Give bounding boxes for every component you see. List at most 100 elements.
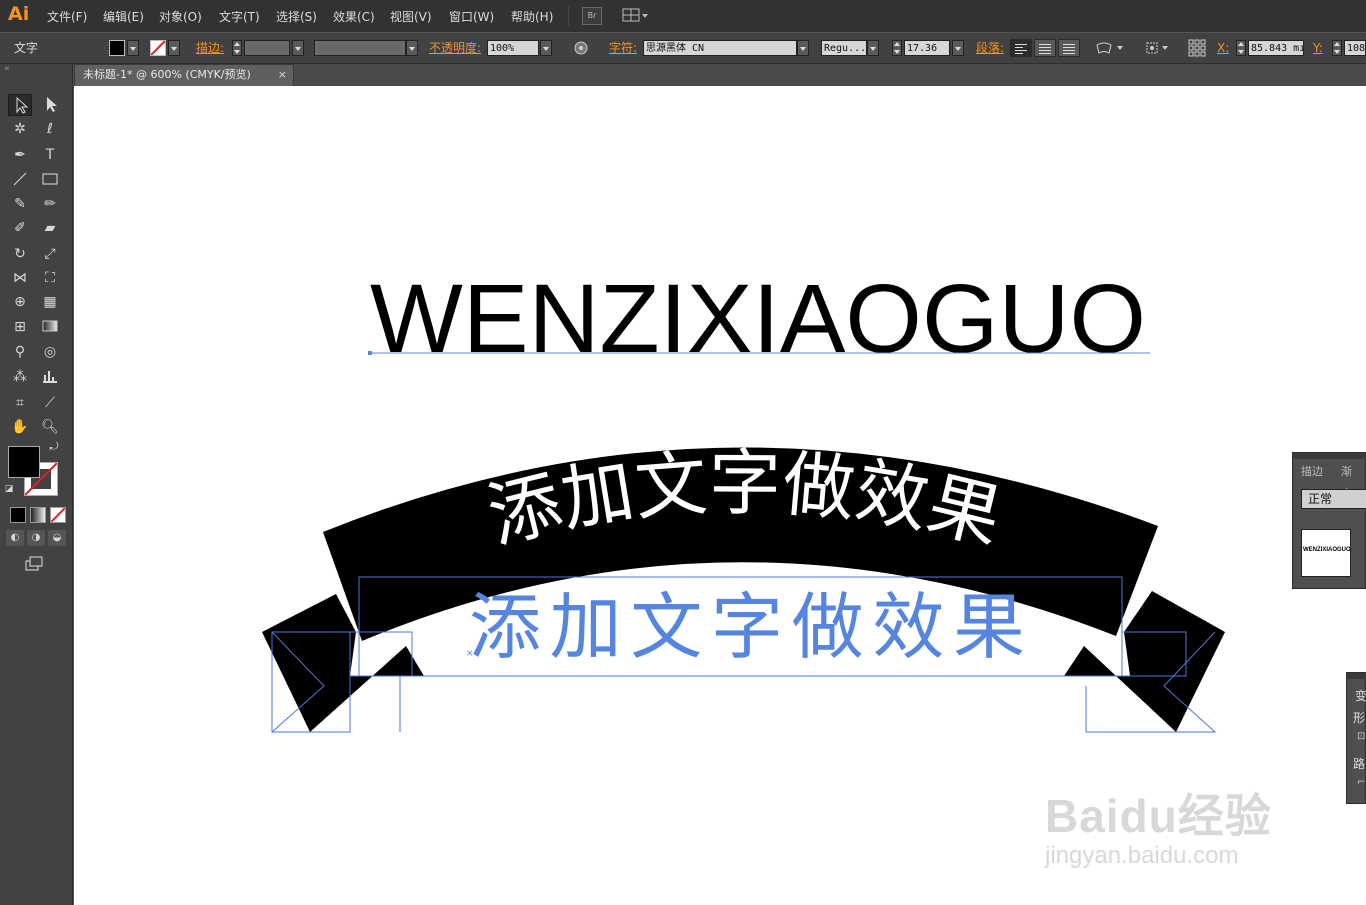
symbol-sprayer-tool-icon[interactable]: ⁂ xyxy=(8,366,32,388)
shape-builder-tool-icon[interactable]: ⊕ xyxy=(8,291,32,313)
free-transform-tool-icon[interactable]: ⛶ xyxy=(38,267,62,289)
pencil-tool-icon[interactable]: ✏ xyxy=(38,193,62,215)
y-field[interactable]: 108 xyxy=(1344,40,1366,56)
artboard-tool-icon[interactable]: ⌗ xyxy=(8,392,32,414)
align-left-button[interactable] xyxy=(1010,39,1032,57)
rotate-tool-icon[interactable]: ↻ xyxy=(8,243,32,265)
perspective-grid-tool-icon[interactable]: ▦ xyxy=(38,291,62,313)
font-size-dropdown[interactable] xyxy=(952,40,964,56)
character-label[interactable]: 字符: xyxy=(609,33,637,63)
hand-tool-icon[interactable]: ✋ xyxy=(8,416,32,438)
font-style-dropdown[interactable] xyxy=(867,40,879,56)
profile-dropdown[interactable] xyxy=(406,40,418,56)
opacity-label[interactable]: 不透明度: xyxy=(429,33,481,63)
close-tab-button[interactable]: × xyxy=(278,65,287,85)
document-tab[interactable]: 未标题-1* @ 600% (CMYK/预览) × xyxy=(74,64,294,86)
recolor-artwork-icon[interactable] xyxy=(571,39,591,57)
stroke-label[interactable]: 描边: xyxy=(196,33,224,63)
opacity-field[interactable]: 100% xyxy=(487,40,539,56)
menu-object[interactable]: 对象(O) xyxy=(159,8,202,25)
tools-panel: « ✲ ℓ ✒ T ✎ ✏ ✐ ▰ ↻ ⤢ ⋈ ⛶ ⊕ ▦ ⊞ ⚲ ◎ ⁂ ⌗ … xyxy=(0,64,73,905)
menu-window[interactable]: 窗口(W) xyxy=(449,8,494,25)
stroke-weight-stepper[interactable] xyxy=(232,40,242,56)
rectangle-tool-icon[interactable] xyxy=(38,169,62,191)
reference-point-icon[interactable] xyxy=(1187,39,1207,57)
stroke-swatch[interactable] xyxy=(150,40,166,56)
menu-type[interactable]: 文字(T) xyxy=(219,8,260,25)
menu-select[interactable]: 选择(S) xyxy=(276,8,317,25)
eraser-tool-icon[interactable]: ▰ xyxy=(38,217,62,239)
blend-mode-select[interactable]: 正常 xyxy=(1301,489,1366,509)
variable-width-profile[interactable] xyxy=(314,40,406,56)
y-label[interactable]: Y: xyxy=(1313,33,1323,63)
heading-anchor-point xyxy=(368,351,372,355)
mesh-tool-icon[interactable]: ⊞ xyxy=(8,316,32,338)
menu-help[interactable]: 帮助(H) xyxy=(511,8,553,25)
heading-text[interactable]: WENZIXIAOGUO xyxy=(370,264,1146,373)
transform-path-icon[interactable]: ⌐ xyxy=(1357,777,1365,788)
transform-panel-grip[interactable] xyxy=(1347,673,1366,679)
transform-options-icon[interactable] xyxy=(1144,39,1174,57)
zoom-tool-icon[interactable]: 🔍︎ xyxy=(38,416,62,438)
magic-wand-tool-icon[interactable]: ✲ xyxy=(8,118,32,140)
direct-selection-tool-icon[interactable] xyxy=(38,94,62,116)
lasso-tool-icon[interactable]: ℓ xyxy=(38,118,62,140)
stroke-weight-dropdown[interactable] xyxy=(292,40,304,56)
x-stepper[interactable] xyxy=(1236,40,1246,56)
scale-tool-icon[interactable]: ⤢ xyxy=(38,243,62,265)
gradient-tool-icon[interactable] xyxy=(38,316,62,338)
tab-gradient[interactable]: 渐变 xyxy=(1335,461,1365,500)
menu-effect[interactable]: 效果(C) xyxy=(333,8,375,25)
font-size-field[interactable]: 17.36 xyxy=(904,40,950,56)
align-right-button[interactable] xyxy=(1058,39,1080,57)
menu-view[interactable]: 视图(V) xyxy=(390,8,432,25)
tab-transform[interactable]: 变 xyxy=(1355,687,1366,704)
draw-behind-icon[interactable]: ◑ xyxy=(27,530,45,546)
y-stepper[interactable] xyxy=(1332,40,1342,56)
eyedropper-tool-icon[interactable]: ⚲ xyxy=(8,341,32,363)
transform-shape-icon[interactable]: ⊡ xyxy=(1357,731,1365,742)
gradient-mode-icon[interactable] xyxy=(30,507,46,523)
font-size-stepper[interactable] xyxy=(892,40,902,56)
none-mode-icon[interactable] xyxy=(50,507,66,523)
tab-stroke[interactable]: 描边 xyxy=(1295,461,1329,483)
font-family-dropdown[interactable] xyxy=(797,40,809,56)
panel-grip[interactable] xyxy=(1293,453,1366,459)
font-family-field[interactable]: 思源黑体 CN xyxy=(643,40,797,56)
line-tool-icon[interactable] xyxy=(8,169,32,191)
draw-normal-icon[interactable]: ◐ xyxy=(6,530,24,546)
layer-thumbnail[interactable]: WENZIXIAOGUO xyxy=(1301,529,1351,577)
stroke-weight-field[interactable] xyxy=(244,40,290,56)
type-tool-icon[interactable]: T xyxy=(38,144,62,166)
x-label[interactable]: X: xyxy=(1217,33,1229,63)
default-fill-stroke-icon[interactable]: ◪ xyxy=(2,482,16,496)
workspace-switcher-icon[interactable] xyxy=(622,7,650,23)
selection-tool-icon[interactable] xyxy=(8,94,32,116)
blob-brush-tool-icon[interactable]: ✐ xyxy=(8,217,32,239)
menu-edit[interactable]: 编辑(E) xyxy=(103,8,144,25)
panel-collapse-icon[interactable]: « xyxy=(4,64,68,78)
stroke-dropdown[interactable] xyxy=(168,40,180,56)
paragraph-label[interactable]: 段落: xyxy=(976,33,1004,63)
width-tool-icon[interactable]: ⋈ xyxy=(8,267,32,289)
menu-file[interactable]: 文件(F) xyxy=(47,8,87,25)
slice-tool-icon[interactable]: ⟋ xyxy=(38,392,62,414)
swap-fill-stroke-icon[interactable]: ⤾ xyxy=(44,440,64,454)
pen-tool-icon[interactable]: ✒ xyxy=(8,144,32,166)
paintbrush-tool-icon[interactable]: ✎ xyxy=(8,193,32,215)
color-mode-icon[interactable] xyxy=(10,507,26,523)
fill-dropdown[interactable] xyxy=(127,40,139,56)
warp-text-icon[interactable] xyxy=(1094,39,1124,57)
blend-tool-icon[interactable]: ◎ xyxy=(38,341,62,363)
font-style-field[interactable]: Regu... xyxy=(821,40,867,56)
opacity-dropdown[interactable] xyxy=(540,40,552,56)
screen-mode-icon[interactable] xyxy=(22,554,46,576)
fill-swatch[interactable] xyxy=(109,40,125,56)
column-graph-tool-icon[interactable] xyxy=(38,366,62,388)
draw-inside-icon[interactable]: ◒ xyxy=(48,530,66,546)
align-center-button[interactable] xyxy=(1034,39,1056,57)
selected-text[interactable]: 添加文字做效果 xyxy=(469,585,1025,669)
fill-color-front[interactable] xyxy=(8,446,40,478)
x-field[interactable]: 85.843 mı xyxy=(1248,40,1304,56)
bridge-button[interactable]: Br xyxy=(582,7,602,25)
